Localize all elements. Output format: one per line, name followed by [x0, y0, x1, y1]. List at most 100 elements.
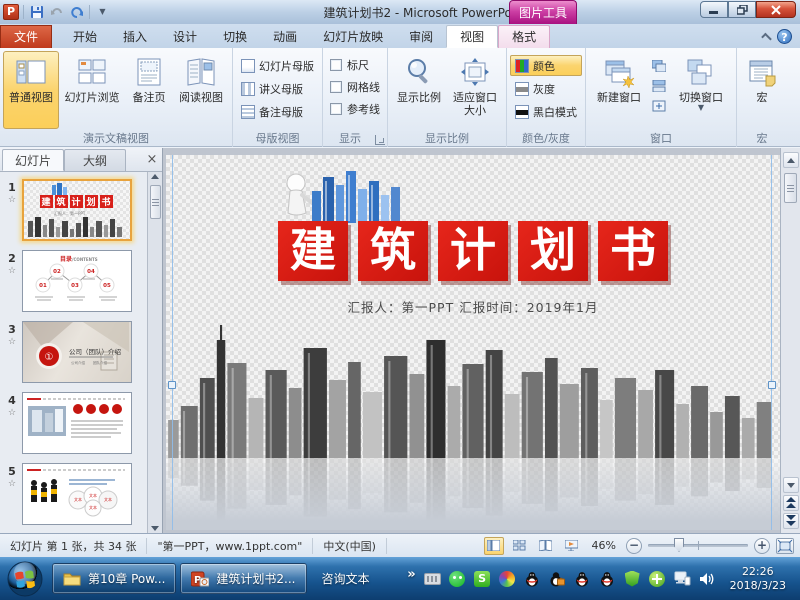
tab-review[interactable]: 审阅 [396, 26, 446, 48]
black-white-button[interactable]: 黑白模式 [510, 101, 582, 122]
tab-outline[interactable]: 大纲 [64, 149, 126, 171]
collapse-ribbon-icon[interactable] [761, 33, 772, 44]
tab-transitions[interactable]: 切换 [210, 26, 260, 48]
hidden-icons-chevron[interactable]: » [407, 567, 415, 582]
notes-page-button[interactable]: 备注页 [125, 51, 173, 129]
zoom-slider[interactable] [648, 544, 748, 547]
taskbar: 第10章 Pow... P 建筑计划书2... 咨询文本 » S [0, 557, 800, 600]
gridlines-checkbox[interactable]: 网格线 [326, 77, 384, 97]
redo-button[interactable] [68, 4, 85, 21]
grayscale-button[interactable]: 灰度 [510, 78, 582, 99]
city-skyline-image[interactable] [166, 323, 780, 458]
qq-penguin-icon[interactable] [524, 570, 541, 587]
taskbar-clock[interactable]: 22:26 2018/3/23 [724, 565, 792, 593]
zoom-in-button[interactable]: + [754, 538, 770, 554]
close-button[interactable] [756, 1, 796, 18]
colorful-app-icon[interactable] [499, 570, 516, 587]
slide-sorter-status-button[interactable] [510, 537, 530, 555]
slide-subtitle[interactable]: 汇报人：第一PPT 汇报时间：2019年1月 [166, 297, 780, 316]
scroll-down-button[interactable] [783, 477, 799, 493]
slideshow-status-button[interactable] [562, 537, 582, 555]
slide-thumbnail-4[interactable]: 4 ☆ [2, 392, 145, 454]
scrollbar-thumb[interactable] [784, 173, 797, 203]
undo-button[interactable] [48, 4, 65, 21]
customize-qat-dropdown-icon[interactable]: ▼ [94, 4, 111, 21]
powerpoint-app-icon[interactable]: P [3, 4, 19, 20]
scrollbar-thumb[interactable] [150, 185, 161, 219]
vertical-scrollbar[interactable] [780, 148, 800, 533]
slide-thumbnail-1[interactable]: 1 ☆ 建筑计划书 汇报人：第一PPT [2, 179, 145, 241]
restore-button[interactable] [728, 1, 756, 18]
language-indicator[interactable]: 中文(中国) [313, 538, 386, 554]
tab-file[interactable]: 文件 [0, 25, 52, 48]
notes-master-button[interactable]: 备注母版 [236, 101, 319, 122]
button-label: 适应窗口大小 [448, 91, 502, 117]
macros-button[interactable]: 宏 [740, 51, 784, 129]
tab-view[interactable]: 视图 [446, 25, 498, 48]
save-button[interactable] [28, 4, 45, 21]
zoom-button[interactable]: 显示比例 [391, 51, 447, 129]
panel-close-icon[interactable]: × [142, 151, 162, 171]
scroll-up-icon[interactable] [151, 174, 159, 179]
slide-title-blocks[interactable]: 建 筑 计 划 书 [278, 221, 668, 281]
taskbar-powerpoint-button[interactable]: P 建筑计划书2... [180, 563, 306, 594]
guides-checkbox[interactable]: 参考线 [326, 99, 384, 119]
fit-to-window-button[interactable]: 适应窗口大小 [447, 51, 503, 129]
security-shield-icon[interactable] [624, 570, 641, 587]
zoom-slider-thumb[interactable] [674, 538, 684, 552]
tab-format[interactable]: 格式 [498, 25, 550, 48]
scroll-down-icon[interactable] [151, 526, 159, 531]
tab-design[interactable]: 设计 [160, 26, 210, 48]
minimize-button[interactable] [700, 1, 728, 18]
previous-slide-button[interactable] [783, 495, 799, 511]
fit-slide-to-window-button[interactable] [776, 538, 794, 554]
zoom-out-button[interactable]: − [626, 538, 642, 554]
reading-view-button[interactable]: 阅读视图 [173, 51, 229, 129]
tab-home[interactable]: 开始 [60, 26, 110, 48]
wechat-icon[interactable] [449, 570, 466, 587]
tab-animations[interactable]: 动画 [260, 26, 310, 48]
new-window-button[interactable]: 新建窗口 [589, 51, 649, 129]
slide-thumbnail-3[interactable]: 3 ☆ ① 公司（团队）介绍 公司介绍团队介绍 [2, 321, 145, 383]
switch-windows-button[interactable]: 切换窗口 ▼ [669, 51, 733, 129]
volume-icon[interactable] [699, 570, 716, 587]
input-keyboard-icon[interactable] [424, 570, 441, 587]
handout-master-button[interactable]: 讲义母版 [236, 78, 319, 99]
panel-scrollbar[interactable] [147, 172, 162, 533]
slide-editing-area[interactable]: 建 筑 计 划 书 汇报人：第一PPT 汇报时间：2019年1月 [166, 155, 780, 530]
zoom-percentage[interactable]: 46% [588, 539, 620, 552]
color-button[interactable]: 颜色 [510, 55, 582, 76]
title-char-block: 筑 [358, 221, 428, 281]
qq-briefcase-icon[interactable] [549, 570, 566, 587]
normal-view-button[interactable]: 普通视图 [3, 51, 59, 129]
scroll-up-button[interactable] [783, 152, 799, 168]
qq-penguin-icon[interactable] [599, 570, 616, 587]
normal-view-status-button[interactable] [484, 537, 504, 555]
taskbar-folder-button[interactable]: 第10章 Pow... [52, 563, 176, 594]
network-icon[interactable] [674, 570, 691, 587]
slide-thumbnail-2[interactable]: 2 ☆ 目录/CONTENTS 0102030405 [2, 250, 145, 312]
taskbar-text-button[interactable]: 咨询文本 [311, 563, 381, 594]
tab-slideshow[interactable]: 幻灯片放映 [310, 26, 396, 48]
slide-thumbnail-5[interactable]: 5 ☆ 文本文本文本文本 [2, 463, 145, 525]
show-dialog-launcher-icon[interactable] [375, 135, 385, 145]
svg-text:02: 02 [53, 269, 61, 275]
safe-ball-icon[interactable] [649, 570, 666, 587]
start-button[interactable] [6, 560, 44, 598]
reading-view-status-button[interactable] [536, 537, 556, 555]
selection-handle-right[interactable] [768, 381, 776, 389]
slide-master-button[interactable]: 幻灯片母版 [236, 55, 319, 76]
slide-sorter-button[interactable]: 幻灯片浏览 [59, 51, 125, 129]
cascade-windows-icon[interactable] [649, 57, 669, 75]
next-slide-button[interactable] [783, 513, 799, 529]
selection-handle-left[interactable] [168, 381, 176, 389]
quick-access-toolbar: P ▼ [0, 4, 111, 21]
tab-insert[interactable]: 插入 [110, 26, 160, 48]
help-icon[interactable]: ? [777, 29, 792, 44]
arrange-all-icon[interactable] [649, 77, 669, 95]
sogou-icon[interactable]: S [474, 570, 491, 587]
move-split-icon[interactable] [649, 97, 669, 115]
ruler-checkbox[interactable]: 标尺 [326, 55, 384, 75]
tab-slides[interactable]: 幻灯片 [2, 149, 64, 171]
qq-penguin-icon[interactable] [574, 570, 591, 587]
